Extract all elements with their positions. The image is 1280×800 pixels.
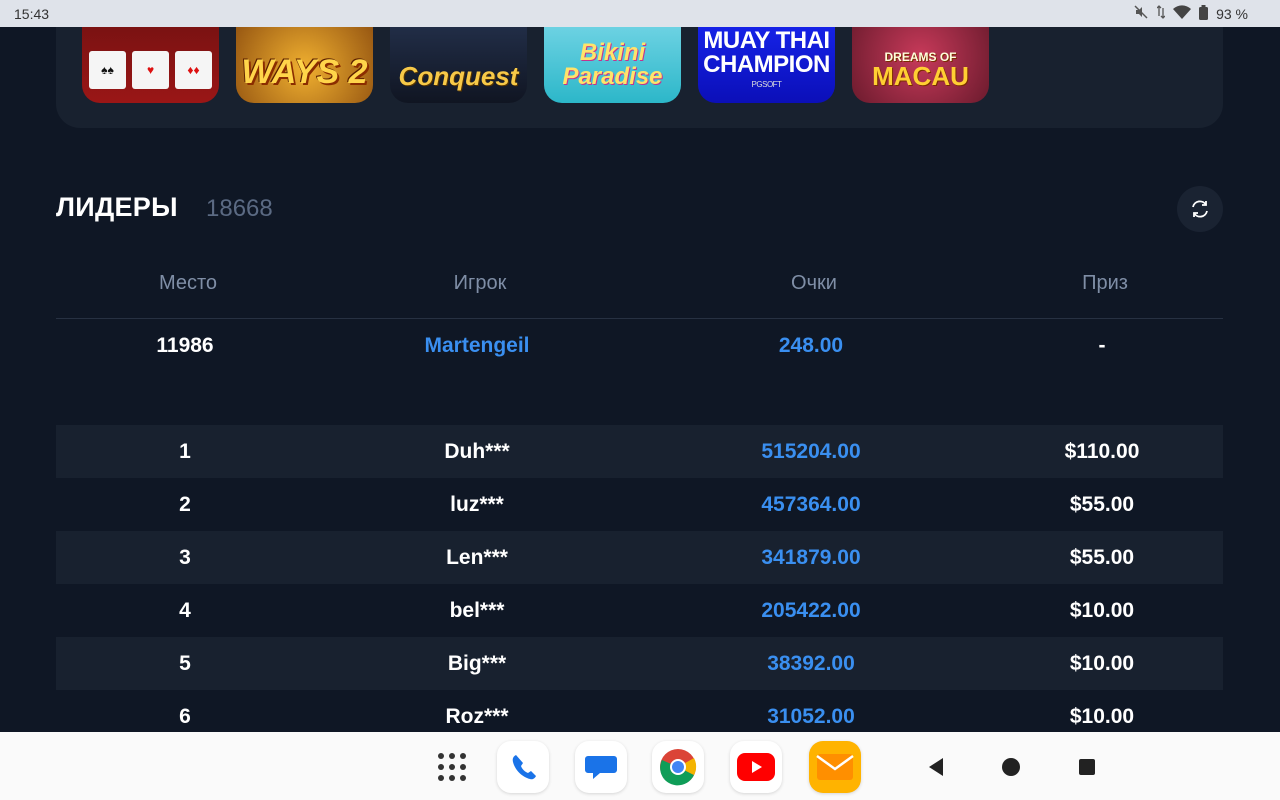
- row-points: 341879.00: [761, 545, 861, 569]
- row-points: 38392.00: [767, 651, 855, 675]
- row-prize: $110.00: [1064, 439, 1140, 463]
- row-points: 515204.00: [761, 439, 861, 463]
- current-user-row: 11986 Martengeil 248.00 -: [56, 319, 1223, 373]
- table-header: Место Игрок Очки Приз: [56, 265, 1223, 319]
- game-title: MACAU: [872, 61, 969, 91]
- home-icon: [1002, 758, 1020, 776]
- messages-icon: [575, 741, 627, 793]
- mail-icon: [809, 741, 861, 793]
- game-title: WAYS 2: [241, 53, 368, 91]
- game-tile-conquest[interactable]: Conquest: [390, 27, 527, 103]
- column-header-player: Игрок: [453, 272, 507, 294]
- mail-app-button[interactable]: [808, 740, 862, 794]
- row-points: 457364.00: [761, 492, 861, 516]
- card-spades-icon: ♠♠: [89, 51, 126, 89]
- table-row: 5 Big*** 38392.00 $10.00: [56, 637, 1223, 690]
- column-header-prize: Приз: [1082, 272, 1128, 294]
- leaders-count: 18668: [206, 195, 273, 222]
- column-header-points: Очки: [791, 272, 837, 294]
- phone-app-button[interactable]: [496, 740, 550, 794]
- recents-button[interactable]: [1060, 740, 1114, 794]
- battery-percent: 93 %: [1216, 5, 1248, 22]
- games-carousel: ♠♠ ♥ ♦♦ WAYS 2 Conquest Bikini Paradise …: [56, 27, 1223, 128]
- user-points: 248.00: [778, 334, 844, 357]
- table-row: 2 luz*** 457364.00 $55.00: [56, 478, 1223, 531]
- row-prize: $55.00: [1069, 545, 1135, 569]
- row-player: Big***: [447, 651, 507, 675]
- mute-icon: [1133, 4, 1149, 23]
- youtube-icon: [730, 741, 782, 793]
- youtube-app-button[interactable]: [729, 740, 783, 794]
- row-prize: $10.00: [1069, 704, 1135, 728]
- row-place: 1: [179, 439, 191, 463]
- card-diamonds-icon: ♦♦: [175, 51, 212, 89]
- leaders-title: ЛИДЕРЫ: [56, 192, 178, 222]
- game-tile-bikini-paradise[interactable]: Bikini Paradise: [544, 27, 681, 103]
- table-row: 1 Duh*** 515204.00 $110.00: [56, 425, 1223, 478]
- row-points: 31052.00: [767, 704, 855, 728]
- row-place: 5: [179, 651, 191, 675]
- row-player: Len***: [446, 545, 508, 569]
- phone-icon: [497, 741, 549, 793]
- chrome-icon: [652, 741, 704, 793]
- row-prize: $10.00: [1069, 651, 1135, 675]
- data-arrows-icon: [1156, 5, 1166, 22]
- battery-icon: [1199, 4, 1209, 23]
- game-tile-muay-thai-champion[interactable]: MUAY THAI CHAMPION PGSOFT: [698, 27, 835, 103]
- back-button[interactable]: [909, 740, 963, 794]
- status-icons: 93 %: [1133, 4, 1248, 23]
- app-content: ♠♠ ♥ ♦♦ WAYS 2 Conquest Bikini Paradise …: [0, 27, 1280, 732]
- table-row: 3 Len*** 341879.00 $55.00: [56, 531, 1223, 584]
- row-place: 3: [179, 545, 191, 569]
- user-prize: -: [1098, 334, 1106, 357]
- app-drawer-button[interactable]: [425, 740, 479, 794]
- user-place: 11986: [156, 334, 214, 357]
- game-title: Bikini Paradise: [562, 39, 663, 90]
- row-prize: $10.00: [1069, 598, 1135, 622]
- wifi-icon: [1173, 5, 1192, 22]
- recents-icon: [1079, 759, 1095, 775]
- row-prize: $55.00: [1069, 492, 1135, 516]
- table-row: 6 Roz*** 31052.00 $10.00: [56, 690, 1223, 732]
- refresh-button[interactable]: [1177, 186, 1223, 232]
- row-points: 205422.00: [761, 598, 861, 622]
- column-header-place: Место: [158, 272, 218, 294]
- refresh-icon: [1192, 200, 1208, 218]
- back-icon: [929, 758, 943, 776]
- home-button[interactable]: [984, 740, 1038, 794]
- table-row: 4 bel*** 205422.00 $10.00: [56, 584, 1223, 637]
- card-hearts-icon: ♥: [132, 51, 169, 89]
- row-player: Roz***: [445, 704, 509, 728]
- chrome-app-button[interactable]: [651, 740, 705, 794]
- game-tile-dreams-of-macau[interactable]: DREAMS OF MACAU: [852, 27, 989, 103]
- user-player[interactable]: Martengeil: [424, 334, 529, 358]
- game-title: Conquest: [398, 61, 519, 91]
- status-time: 15:43: [14, 5, 50, 22]
- game-tile-poker[interactable]: ♠♠ ♥ ♦♦: [82, 27, 219, 103]
- row-place: 4: [179, 598, 191, 622]
- row-player: Duh***: [444, 439, 510, 463]
- row-player: bel***: [449, 598, 505, 622]
- android-taskbar: [0, 732, 1280, 800]
- status-bar: 15:43 93 %: [0, 0, 1280, 27]
- messages-app-button[interactable]: [574, 740, 628, 794]
- row-player: luz***: [450, 492, 504, 516]
- playing-cards-icon: ♠♠ ♥ ♦♦: [89, 51, 212, 89]
- app-drawer-icon: [438, 753, 466, 781]
- row-place: 6: [179, 704, 191, 728]
- row-place: 2: [179, 492, 191, 516]
- game-title: MUAY THAI CHAMPION: [703, 27, 830, 78]
- game-tile-mahjong-ways-2[interactable]: WAYS 2: [236, 27, 373, 103]
- game-provider: PGSOFT: [751, 80, 782, 89]
